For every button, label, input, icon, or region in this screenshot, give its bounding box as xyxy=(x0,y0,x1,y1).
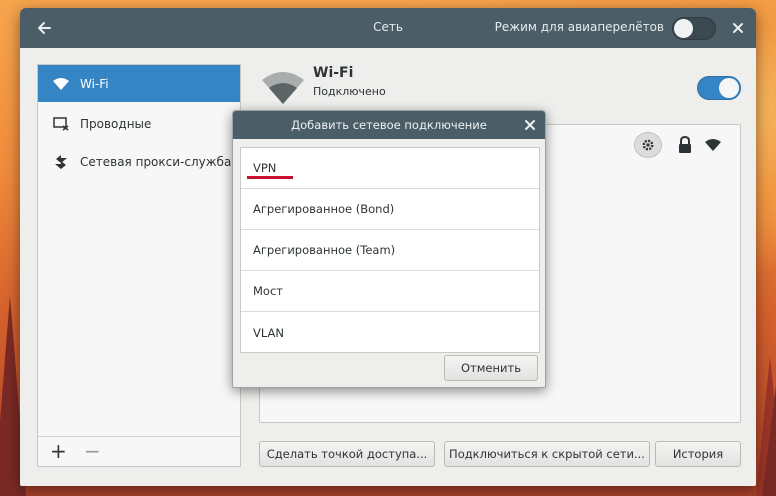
history-button[interactable]: История xyxy=(655,441,741,467)
annotation-underline xyxy=(247,176,293,179)
sidebar-item-label: Wi-Fi xyxy=(80,76,109,91)
airplane-mode-switch[interactable] xyxy=(672,17,716,40)
arrow-left-icon xyxy=(38,22,51,34)
wifi-signal-icon xyxy=(260,70,306,106)
sidebar-item-label: Проводные xyxy=(80,116,152,131)
gear-icon xyxy=(642,139,654,151)
switch-knob xyxy=(674,19,693,38)
wifi-icon xyxy=(52,75,70,93)
add-connection-dialog: Добавить сетевое подключение VPN Агрегир… xyxy=(232,110,546,388)
list-item-label: Мост xyxy=(253,284,283,298)
device-sidebar: Wi-Fi Проводные Сетевая прокси-служба + xyxy=(37,64,241,467)
list-item-label: VPN xyxy=(253,161,277,175)
device-status: Подключено xyxy=(313,85,386,98)
list-item-label: VLAN xyxy=(253,325,285,340)
connection-type-bridge[interactable]: Мост xyxy=(241,271,539,312)
list-item-label: Агрегированное (Bond) xyxy=(253,202,395,216)
sidebar-item-wired[interactable]: Проводные xyxy=(38,105,240,142)
connection-type-vpn[interactable]: VPN xyxy=(241,148,539,189)
sidebar-footer: + − xyxy=(38,436,240,466)
background-tree xyxy=(762,386,776,496)
close-icon xyxy=(525,120,535,130)
dialog-title: Добавить сетевое подключение xyxy=(291,118,487,132)
connection-type-team[interactable]: Агрегированное (Team) xyxy=(241,230,539,271)
connection-type-vlan[interactable]: VLAN xyxy=(241,312,539,353)
dialog-close-button[interactable] xyxy=(524,119,536,131)
wired-network-icon xyxy=(52,115,70,133)
proxy-icon xyxy=(52,153,70,171)
remove-connection-button[interactable]: − xyxy=(84,439,101,463)
list-item-label: Агрегированное (Team) xyxy=(253,243,396,257)
lock-icon xyxy=(678,135,692,154)
wifi-strength-icon xyxy=(704,138,722,152)
cancel-button[interactable]: Отменить xyxy=(444,355,538,381)
network-settings-button[interactable] xyxy=(634,132,662,158)
switch-knob xyxy=(719,78,739,98)
airplane-mode-label: Режим для авиаперелётов xyxy=(494,20,664,34)
add-connection-button[interactable]: + xyxy=(50,439,67,463)
headerbar: Сеть Режим для авиаперелётов xyxy=(20,8,756,48)
sidebar-item-wifi[interactable]: Wi-Fi xyxy=(38,65,240,102)
back-button[interactable] xyxy=(34,18,54,38)
sidebar-item-proxy[interactable]: Сетевая прокси-служба xyxy=(38,143,240,180)
connection-type-list: VPN Агрегированное (Bond) Агрегированное… xyxy=(240,147,540,353)
hidden-network-button[interactable]: Подключиться к скрытой сети... xyxy=(444,441,650,467)
dialog-header: Добавить сетевое подключение xyxy=(233,111,545,139)
connection-type-bond[interactable]: Агрегированное (Bond) xyxy=(241,189,539,230)
wifi-enable-switch[interactable] xyxy=(697,76,741,100)
hotspot-button[interactable]: Сделать точкой доступа... xyxy=(259,441,435,467)
close-icon xyxy=(733,23,743,33)
window-close-button[interactable] xyxy=(728,18,748,38)
device-title: Wi-Fi xyxy=(313,65,354,81)
sidebar-item-label: Сетевая прокси-служба xyxy=(80,154,232,169)
